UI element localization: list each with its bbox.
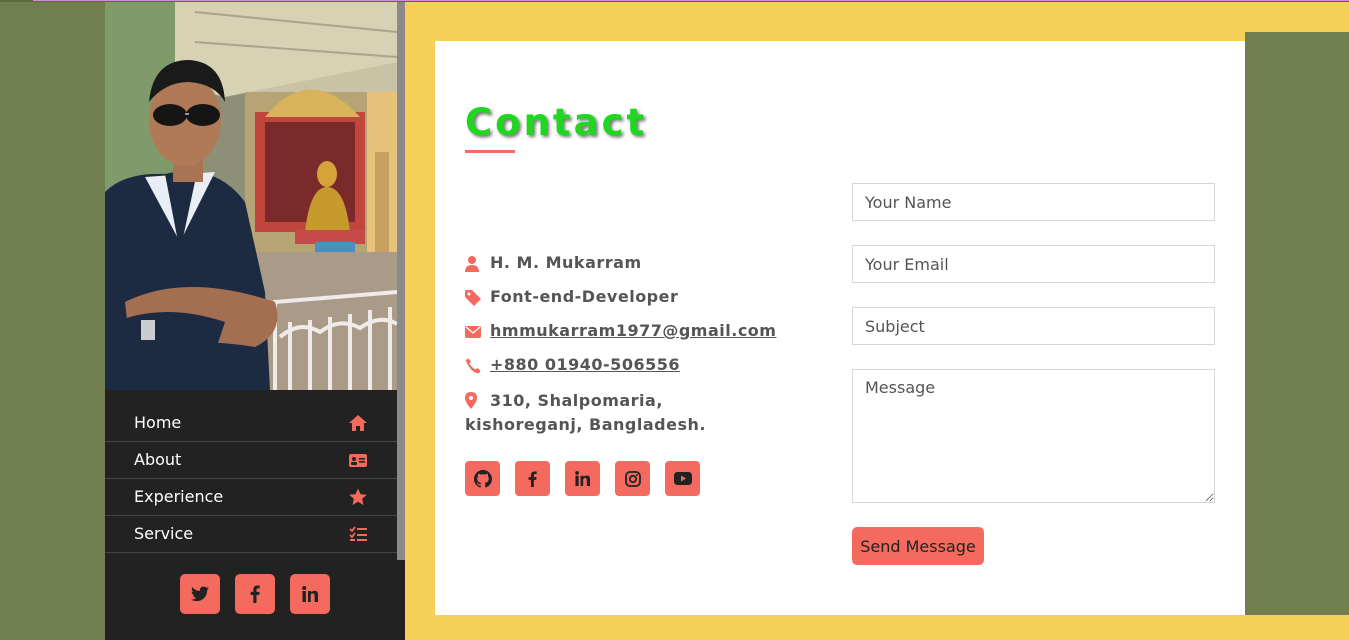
sidebar: Home About Experience Service: [105, 2, 405, 640]
contact-address: 310, Shalpomaria, kishoreganj, Banglades…: [465, 391, 706, 434]
twitter-button[interactable]: [180, 574, 220, 614]
instagram-icon: [624, 470, 641, 487]
facebook-icon: [250, 585, 260, 603]
sidebar-item-experience[interactable]: Experience: [105, 479, 397, 516]
map-marker-icon: [465, 392, 481, 409]
tag-icon: [465, 290, 481, 306]
linkedin-icon: [302, 586, 318, 602]
sidebar-item-about[interactable]: About: [105, 442, 397, 479]
send-message-button[interactable]: Send Message: [852, 527, 984, 565]
contact-name: H. M. Mukarram: [490, 253, 642, 272]
contact-email-link[interactable]: hmmukarram1977@gmail.com: [490, 321, 776, 340]
sidebar-item-label: About: [134, 450, 182, 469]
linkedin-button[interactable]: [290, 574, 330, 614]
message-textarea[interactable]: [852, 369, 1215, 503]
subject-input[interactable]: [852, 307, 1215, 345]
title-underline: [465, 150, 515, 153]
sidebar-item-home[interactable]: Home: [105, 405, 397, 442]
name-input[interactable]: [852, 183, 1215, 221]
scrollbar[interactable]: [397, 2, 405, 560]
youtube-button[interactable]: [665, 461, 700, 496]
linkedin-button[interactable]: [565, 461, 600, 496]
instagram-button[interactable]: [615, 461, 650, 496]
phone-icon: [465, 358, 481, 374]
home-icon: [348, 414, 368, 432]
contact-phone-link[interactable]: +880 01940-506556: [490, 355, 680, 374]
star-icon: [348, 488, 368, 506]
youtube-icon: [673, 472, 692, 485]
sidebar-item-label: Home: [134, 413, 182, 432]
email-input[interactable]: [852, 245, 1215, 283]
github-button[interactable]: [465, 461, 500, 496]
sidebar-social-links: [105, 574, 405, 614]
facebook-button[interactable]: [515, 461, 550, 496]
contact-role: Font-end-Developer: [490, 287, 679, 306]
envelope-icon: [465, 324, 481, 340]
sidebar-item-label: Service: [134, 524, 194, 543]
facebook-icon: [528, 470, 537, 487]
contact-section: Contact H. M. Mukarram Font-end-Develope…: [435, 41, 1245, 615]
page-title: Contact: [465, 101, 648, 144]
task-list-icon: [348, 525, 368, 543]
twitter-icon: [191, 586, 209, 602]
user-icon: [465, 256, 481, 272]
contact-address-row: 310, Shalpomaria, kishoreganj, Banglades…: [465, 389, 785, 437]
linkedin-icon: [575, 471, 590, 486]
id-card-icon: [348, 451, 368, 469]
profile-photo: [105, 2, 397, 390]
facebook-button[interactable]: [235, 574, 275, 614]
github-icon: [473, 469, 492, 488]
sidebar-item-label: Experience: [134, 487, 224, 506]
right-panel: [1245, 32, 1349, 615]
sidebar-item-service[interactable]: Service: [105, 516, 397, 553]
sidebar-menu: Home About Experience Service: [105, 405, 397, 553]
